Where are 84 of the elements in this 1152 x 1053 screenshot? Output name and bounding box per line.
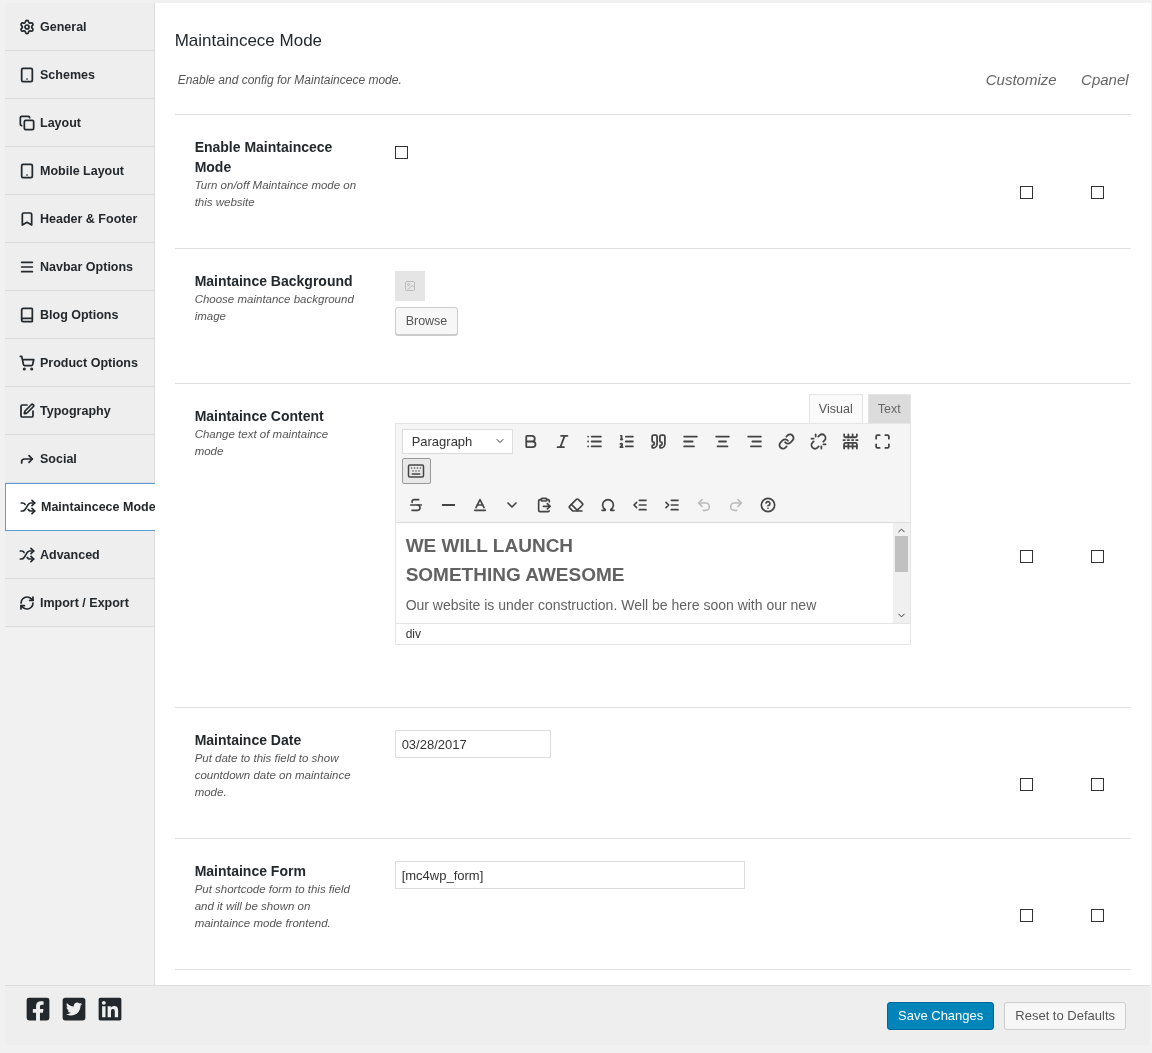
text-color-icon	[472, 497, 489, 513]
element-path: div	[395, 623, 910, 644]
keyboard-icon	[407, 462, 426, 480]
setting-description: Turn on/off Maintaince mode on this website	[194, 178, 357, 210]
reset-button[interactable]: Reset to Defaults	[1004, 1001, 1126, 1030]
sidebar-label: Header & Footer	[40, 211, 138, 226]
image-icon	[403, 280, 416, 292]
undo-icon	[696, 497, 713, 513]
sidebar-label: Maintaincece Mode	[41, 500, 156, 514]
checkbox[interactable]	[1090, 908, 1104, 922]
twitter-icon[interactable]	[61, 996, 87, 1022]
facebook-icon[interactable]	[25, 996, 51, 1022]
column-header: Cpanel	[1080, 71, 1129, 88]
setting-description: Put shortcode form to this field and it will be shown on maintaince mode frontend.	[194, 882, 351, 931]
sidebar-label: Import / Export	[40, 595, 129, 610]
book-icon	[19, 306, 35, 323]
checkbox[interactable]	[1019, 186, 1033, 199]
text-field[interactable]: [mc4wp_form]	[394, 861, 745, 889]
checkbox[interactable]	[1090, 777, 1104, 791]
menu-icon	[19, 258, 35, 275]
linkedin-icon[interactable]	[97, 996, 123, 1022]
omega-icon	[600, 497, 617, 513]
checkbox[interactable]	[1090, 186, 1104, 199]
edit-icon	[19, 402, 35, 419]
link-icon	[777, 432, 795, 450]
setting-title: Enable Maintaincece Mode	[194, 138, 334, 177]
shuffle-icon	[19, 546, 35, 563]
setting-title: Maintaince Content	[194, 407, 325, 426]
paste-text-icon	[536, 497, 553, 513]
browse-button[interactable]: Browse	[394, 307, 459, 335]
bookmark-icon	[19, 210, 35, 227]
sidebar-label: Schemes	[40, 67, 95, 82]
sidebar-label: Product Options	[40, 355, 138, 370]
setting-description: Choose maintance background image	[194, 292, 355, 324]
editor-tab[interactable]: Visual	[808, 394, 863, 423]
copy-icon	[19, 114, 35, 131]
setting-description: Change text of maintaince mode	[194, 427, 330, 459]
checkbox[interactable]	[1019, 777, 1033, 791]
save-button[interactable]: Save Changes	[887, 1001, 995, 1030]
column-header: Customize	[984, 71, 1057, 88]
checkbox[interactable]	[1019, 550, 1033, 563]
quote-icon	[649, 432, 667, 450]
tablet-icon	[19, 162, 35, 179]
toolbar-toggle-button[interactable]	[401, 458, 431, 484]
redo-icon	[728, 497, 745, 513]
editor-tab[interactable]: Text	[867, 394, 911, 423]
shuffle-icon	[20, 499, 36, 515]
sidebar-label: General	[40, 19, 87, 34]
content-heading: WE WILL LAUNCH	[405, 534, 575, 558]
strikethrough-icon	[408, 497, 425, 513]
horizontal-line-icon	[441, 504, 455, 506]
sidebar-item[interactable]: Maintaincece Mode	[5, 483, 157, 531]
setting-title: Maintaince Form	[194, 862, 307, 881]
eraser-icon	[568, 497, 585, 513]
setting-description: Put date to this field to show countdown date on maintaince mode.	[194, 751, 352, 800]
help-icon	[760, 497, 777, 513]
fullscreen-icon	[873, 432, 891, 450]
content-paragraph: Our website is under construction. Well be here soon with our new	[405, 597, 818, 613]
sidebar-label: Mobile Layout	[40, 163, 125, 178]
numbered-list-icon	[617, 432, 635, 450]
sidebar-label: Social	[40, 451, 77, 466]
format-select[interactable]: Paragraph	[401, 428, 513, 454]
text-field[interactable]: 03/28/2017	[394, 730, 551, 758]
section-title: Maintaincece Mode	[174, 31, 324, 51]
sidebar-label: Navbar Options	[40, 259, 134, 274]
sidebar-label: Advanced	[40, 547, 100, 562]
checkbox[interactable]	[1090, 550, 1104, 563]
content-heading: SOMETHING AWESOME	[405, 563, 626, 587]
checkbox[interactable]	[1019, 908, 1033, 922]
outdent-icon	[632, 497, 649, 513]
unlink-icon	[809, 432, 827, 450]
sidebar-label: Layout	[40, 115, 81, 130]
cart-icon	[19, 354, 35, 371]
gear-icon	[19, 18, 35, 35]
sidebar-label: Blog Options	[40, 307, 119, 322]
tablet-icon	[19, 66, 35, 83]
sidebar-label: Typography	[40, 403, 111, 418]
scrollbar[interactable]	[892, 523, 910, 623]
section-description: Enable and config for Maintaincece mode.	[177, 72, 403, 87]
indent-icon	[664, 497, 681, 513]
refresh-icon	[19, 594, 35, 611]
setting-title: Maintaince Date	[194, 731, 303, 750]
setting-title: Maintaince Background	[194, 272, 354, 291]
checkbox[interactable]	[394, 146, 408, 159]
